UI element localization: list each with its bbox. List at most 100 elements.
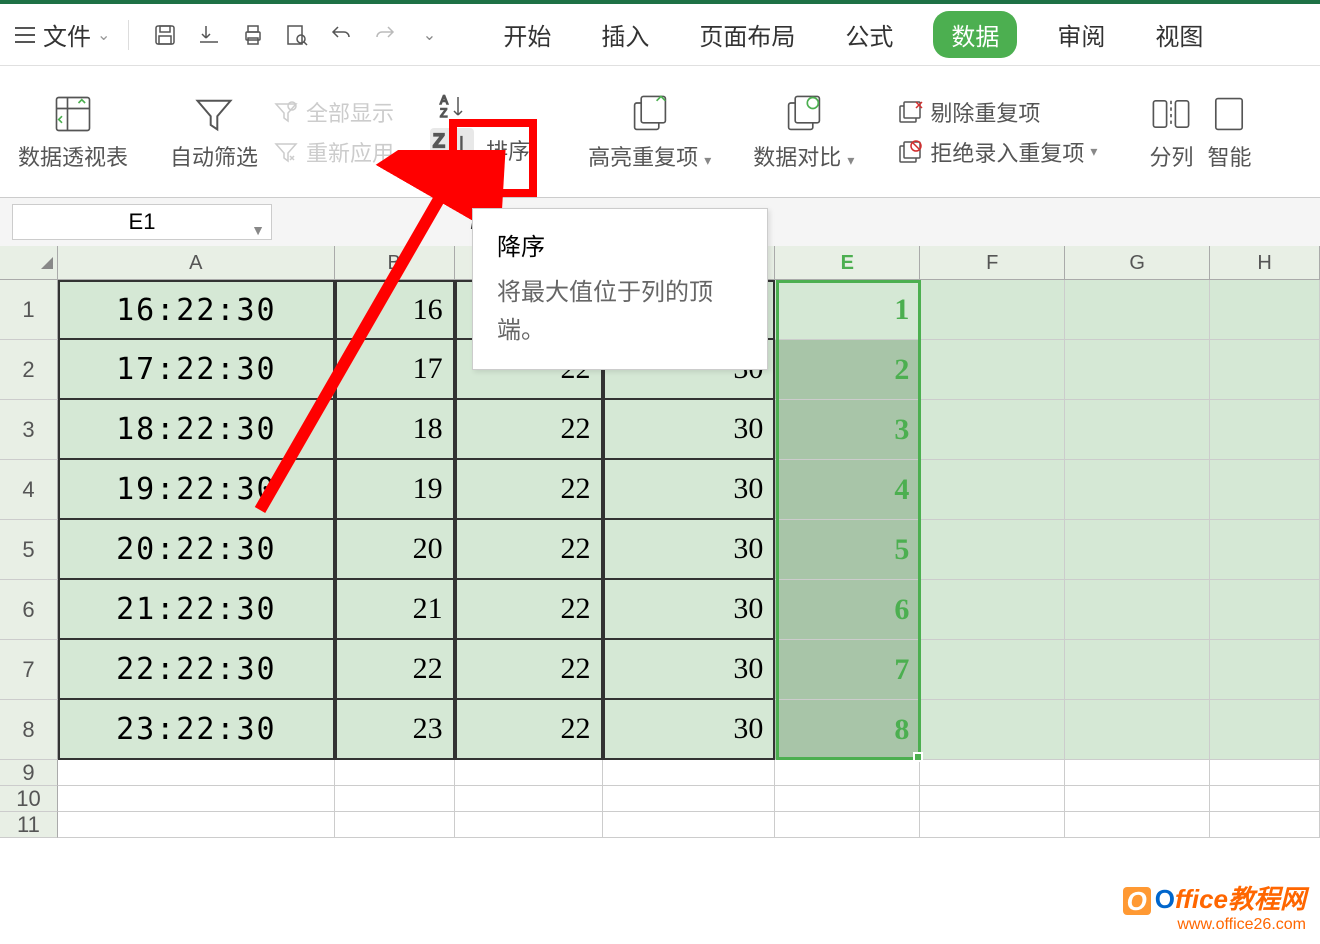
- cell[interactable]: 22: [455, 400, 603, 460]
- cell[interactable]: [1210, 520, 1320, 580]
- cell[interactable]: [335, 786, 455, 812]
- row-header[interactable]: 7: [0, 640, 58, 700]
- cell[interactable]: [455, 786, 603, 812]
- cell[interactable]: [58, 812, 335, 838]
- cell[interactable]: 23: [335, 700, 455, 760]
- cell[interactable]: [603, 786, 776, 812]
- cell[interactable]: [920, 760, 1065, 786]
- qat-dropdown-icon[interactable]: ⌄: [411, 17, 447, 53]
- cell[interactable]: 4: [775, 460, 920, 520]
- cell[interactable]: [1210, 280, 1320, 340]
- cell[interactable]: [920, 700, 1065, 760]
- cell[interactable]: [1210, 786, 1320, 812]
- cell[interactable]: [1210, 580, 1320, 640]
- row-header[interactable]: 10: [0, 786, 58, 812]
- cell[interactable]: 19:22:30: [58, 460, 335, 520]
- row-header[interactable]: 4: [0, 460, 58, 520]
- preview-icon[interactable]: [279, 17, 315, 53]
- cell[interactable]: [1065, 280, 1210, 340]
- redo-icon[interactable]: [367, 17, 403, 53]
- pivot-table-button[interactable]: 数据透视表: [18, 92, 128, 172]
- autofilter-button[interactable]: 自动筛选: [170, 92, 258, 172]
- cell[interactable]: 19: [335, 460, 455, 520]
- split-button[interactable]: 分列: [1149, 92, 1193, 172]
- cell[interactable]: 30: [603, 520, 776, 580]
- cell[interactable]: 22: [455, 640, 603, 700]
- tab-insert[interactable]: 插入: [591, 11, 659, 58]
- cell[interactable]: [920, 400, 1065, 460]
- cell[interactable]: [1065, 760, 1210, 786]
- cell[interactable]: [1065, 520, 1210, 580]
- cell[interactable]: 17: [335, 340, 455, 400]
- cell[interactable]: 22: [455, 580, 603, 640]
- cell[interactable]: [603, 760, 776, 786]
- cell[interactable]: [1210, 640, 1320, 700]
- cell[interactable]: 16:22:30: [58, 280, 335, 340]
- chevron-down-icon[interactable]: ▼: [251, 213, 265, 247]
- remove-dup-button[interactable]: 剔除重复项: [896, 96, 1097, 128]
- cell[interactable]: [775, 812, 920, 838]
- reject-dup-button[interactable]: 拒绝录入重复项 ▾: [896, 136, 1097, 168]
- undo-icon[interactable]: [323, 17, 359, 53]
- row-header[interactable]: 8: [0, 700, 58, 760]
- row-header[interactable]: 11: [0, 812, 58, 838]
- col-header-g[interactable]: G: [1065, 246, 1210, 279]
- save-icon[interactable]: [147, 17, 183, 53]
- cell[interactable]: [335, 760, 455, 786]
- smart-button[interactable]: 智能: [1207, 92, 1251, 172]
- row-header[interactable]: 2: [0, 340, 58, 400]
- col-header-b[interactable]: B: [335, 246, 455, 279]
- sort-asc-button[interactable]: AZ: [438, 92, 530, 120]
- cell[interactable]: [58, 786, 335, 812]
- tab-data[interactable]: 数据: [933, 11, 1017, 58]
- data-compare-button[interactable]: 数据对比 ▾: [753, 92, 854, 172]
- cell[interactable]: 22: [455, 520, 603, 580]
- cell[interactable]: 30: [603, 700, 776, 760]
- cell[interactable]: [920, 280, 1065, 340]
- cell[interactable]: 18: [335, 400, 455, 460]
- select-all-corner[interactable]: [0, 246, 58, 279]
- cell[interactable]: [920, 640, 1065, 700]
- row-header[interactable]: 5: [0, 520, 58, 580]
- name-box[interactable]: E1 ▼: [12, 204, 272, 240]
- col-header-h[interactable]: H: [1210, 246, 1320, 279]
- cell[interactable]: 30: [603, 460, 776, 520]
- cell[interactable]: [775, 786, 920, 812]
- row-header[interactable]: 9: [0, 760, 58, 786]
- cell[interactable]: 22: [335, 640, 455, 700]
- row-header[interactable]: 1: [0, 280, 58, 340]
- cell[interactable]: [1210, 700, 1320, 760]
- cell[interactable]: 7: [775, 640, 920, 700]
- cell[interactable]: [920, 340, 1065, 400]
- hamburger-icon[interactable]: [15, 27, 35, 43]
- cell[interactable]: [1065, 400, 1210, 460]
- cell[interactable]: 23:22:30: [58, 700, 335, 760]
- cell[interactable]: 18:22:30: [58, 400, 335, 460]
- cell[interactable]: 21:22:30: [58, 580, 335, 640]
- cell[interactable]: 6: [775, 580, 920, 640]
- highlight-dup-button[interactable]: 高亮重复项 ▾: [588, 92, 711, 172]
- col-header-a[interactable]: A: [58, 246, 335, 279]
- cell[interactable]: [1210, 400, 1320, 460]
- cell[interactable]: [335, 812, 455, 838]
- cell[interactable]: [603, 812, 776, 838]
- cell[interactable]: [1065, 700, 1210, 760]
- cell[interactable]: 20: [335, 520, 455, 580]
- cell[interactable]: [455, 812, 603, 838]
- cell[interactable]: 20:22:30: [58, 520, 335, 580]
- cell[interactable]: 21: [335, 580, 455, 640]
- cell[interactable]: [920, 520, 1065, 580]
- cell[interactable]: [1210, 340, 1320, 400]
- file-menu[interactable]: 文件⌄: [43, 17, 110, 52]
- cell[interactable]: 22: [455, 460, 603, 520]
- cell[interactable]: [455, 760, 603, 786]
- cell[interactable]: [920, 460, 1065, 520]
- cell[interactable]: [1065, 812, 1210, 838]
- cell[interactable]: 22: [455, 700, 603, 760]
- cell[interactable]: [1065, 786, 1210, 812]
- cell[interactable]: [1065, 460, 1210, 520]
- cell[interactable]: 1: [775, 280, 920, 340]
- cell[interactable]: 22:22:30: [58, 640, 335, 700]
- cell[interactable]: 2: [775, 340, 920, 400]
- cell[interactable]: 30: [603, 400, 776, 460]
